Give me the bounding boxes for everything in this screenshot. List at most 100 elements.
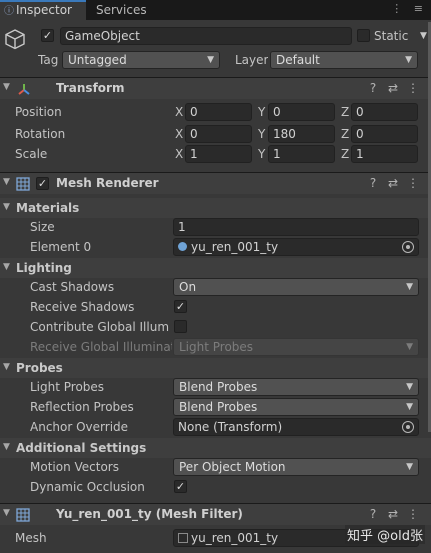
watermark: 知乎 @old张 — [345, 525, 425, 544]
tab-menu-icons[interactable]: ⋮ ≡ — [391, 2, 427, 15]
axis-x-label[interactable]: X — [175, 105, 183, 119]
kebab-menu-icon[interactable]: ⋮ — [403, 81, 423, 95]
additional-settings-title: Additional Settings — [16, 441, 147, 455]
tag-dropdown[interactable]: Untagged ▼ — [62, 51, 220, 69]
receive-gi-label: Receive Global Illuminatic — [30, 340, 172, 354]
light-probes-value: Blend Probes — [179, 380, 258, 394]
light-probes-label: Light Probes — [30, 380, 105, 394]
object-picker-icon[interactable] — [402, 241, 414, 253]
lighting-title: Lighting — [16, 261, 72, 275]
reflection-probes-value: Blend Probes — [179, 400, 258, 414]
light-probes-dropdown[interactable]: Blend Probes ▼ — [173, 378, 419, 396]
fold-icon[interactable]: ▼ — [3, 177, 10, 187]
motion-vectors-value: Per Object Motion — [179, 460, 286, 474]
mesh-renderer-header[interactable]: ▼ ✓ Mesh Renderer ? ⇄ ⋮ — [0, 172, 431, 194]
tab-services[interactable]: Services — [88, 0, 147, 20]
rotation-label: Rotation — [15, 127, 66, 141]
axis-z-label[interactable]: Z — [341, 105, 349, 119]
preset-icon[interactable]: ⇄ — [383, 507, 403, 521]
contribute-gi-checkbox[interactable] — [174, 320, 187, 333]
preset-icon[interactable]: ⇄ — [383, 81, 403, 95]
fold-icon[interactable]: ▼ — [3, 82, 10, 92]
scale-z-field[interactable]: 1 — [351, 145, 418, 163]
layer-dropdown[interactable]: Default ▼ — [270, 51, 418, 69]
fold-icon[interactable]: ▼ — [3, 362, 10, 372]
rotation-y-field[interactable]: 180 — [268, 125, 335, 143]
axis-z-label[interactable]: Z — [341, 127, 349, 141]
fold-icon[interactable]: ▼ — [3, 442, 10, 452]
receive-gi-value: Light Probes — [179, 340, 254, 354]
cast-shadows-label: Cast Shadows — [30, 280, 115, 294]
tab-inspector[interactable]: ⓘ Inspector — [0, 0, 86, 20]
object-picker-icon[interactable] — [402, 421, 414, 433]
fold-icon[interactable]: ▼ — [3, 508, 10, 518]
static-dropdown-icon[interactable]: ▼ — [420, 31, 427, 41]
kebab-menu-icon[interactable]: ⋮ — [403, 176, 423, 190]
dynamic-occlusion-label: Dynamic Occlusion — [30, 480, 145, 494]
help-icon[interactable]: ? — [363, 176, 383, 190]
dynamic-occlusion-checkbox[interactable]: ✓ — [174, 480, 187, 493]
help-icon[interactable]: ? — [363, 507, 383, 521]
chevron-down-icon: ▼ — [406, 282, 413, 292]
chevron-down-icon: ▼ — [406, 382, 413, 392]
axis-x-label[interactable]: X — [175, 147, 183, 161]
scale-x-field[interactable]: 1 — [185, 145, 252, 163]
cast-shadows-value: On — [179, 280, 197, 294]
anchor-override-field[interactable]: None (Transform) — [173, 418, 419, 436]
info-icon: ⓘ — [4, 6, 14, 17]
chevron-down-icon: ▼ — [207, 55, 214, 65]
fold-icon[interactable]: ▼ — [3, 262, 10, 272]
axis-y-label[interactable]: Y — [258, 105, 265, 119]
size-field[interactable]: 1 — [173, 218, 419, 236]
mesh-filter-title: Yu_ren_001_ty (Mesh Filter) — [56, 507, 243, 521]
probes-section[interactable]: ▼ Probes — [0, 358, 431, 378]
static-label[interactable]: Static — [374, 29, 408, 43]
gameobject-name-field[interactable]: GameObject — [60, 27, 352, 45]
element0-object-field[interactable]: yu_ren_001_ty — [173, 238, 419, 256]
mesh-renderer-enabled-checkbox[interactable]: ✓ — [36, 177, 49, 190]
motion-vectors-label: Motion Vectors — [30, 460, 119, 474]
axis-y-label[interactable]: Y — [258, 147, 265, 161]
additional-settings-section[interactable]: ▼ Additional Settings — [0, 438, 431, 458]
cast-shadows-dropdown[interactable]: On ▼ — [173, 278, 419, 296]
motion-vectors-dropdown[interactable]: Per Object Motion ▼ — [173, 458, 419, 476]
transform-icon — [18, 84, 30, 95]
element0-label: Element 0 — [30, 240, 92, 254]
scale-y-field[interactable]: 1 — [268, 145, 335, 163]
mesh-label: Mesh — [15, 531, 47, 545]
fold-icon[interactable]: ▼ — [3, 202, 10, 212]
mesh-renderer-icon — [16, 177, 30, 191]
rotation-z-field[interactable]: 0 — [351, 125, 418, 143]
position-z-field[interactable]: 0 — [351, 103, 418, 121]
tab-services-label: Services — [96, 3, 147, 17]
tag-dropdown-value: Untagged — [68, 53, 127, 67]
chevron-down-icon: ▼ — [406, 462, 413, 472]
rotation-x-field[interactable]: 0 — [185, 125, 252, 143]
anchor-override-label: Anchor Override — [30, 420, 129, 434]
position-y-field[interactable]: 0 — [268, 103, 335, 121]
receive-shadows-label: Receive Shadows — [30, 300, 135, 314]
contribute-gi-label: Contribute Global Illumina — [30, 320, 170, 334]
chevron-down-icon: ▼ — [406, 342, 413, 352]
position-label: Position — [15, 105, 62, 119]
axis-x-label[interactable]: X — [175, 127, 183, 141]
transform-header[interactable]: ▼ Transform ? ⇄ ⋮ — [0, 77, 431, 99]
gameobject-active-checkbox[interactable]: ✓ — [41, 29, 54, 42]
preset-icon[interactable]: ⇄ — [383, 176, 403, 190]
axis-y-label[interactable]: Y — [258, 127, 265, 141]
static-checkbox[interactable] — [357, 29, 370, 42]
reflection-probes-dropdown[interactable]: Blend Probes ▼ — [173, 398, 419, 416]
receive-gi-dropdown: Light Probes ▼ — [173, 338, 419, 356]
axis-z-label[interactable]: Z — [341, 147, 349, 161]
chevron-down-icon: ▼ — [406, 402, 413, 412]
kebab-menu-icon[interactable]: ⋮ — [403, 507, 423, 521]
mesh-grid-icon — [178, 533, 188, 543]
gameobject-cube-icon — [5, 29, 25, 50]
position-x-field[interactable]: 0 — [185, 103, 252, 121]
materials-section[interactable]: ▼ Materials — [0, 198, 431, 218]
lighting-section[interactable]: ▼ Lighting — [0, 258, 431, 278]
help-icon[interactable]: ? — [363, 81, 383, 95]
scale-label: Scale — [15, 147, 48, 161]
receive-shadows-checkbox[interactable]: ✓ — [174, 300, 187, 313]
mesh-filter-header[interactable]: ▼ Yu_ren_001_ty (Mesh Filter) ? ⇄ ⋮ — [0, 503, 431, 525]
